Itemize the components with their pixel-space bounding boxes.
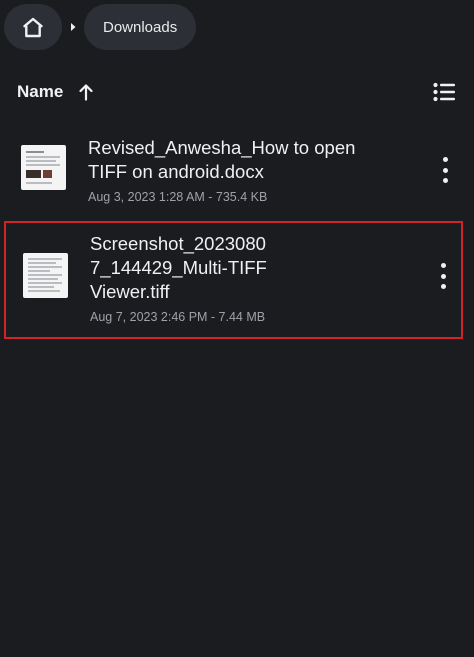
more-vert-icon[interactable] <box>441 157 449 183</box>
list-view-button[interactable] <box>432 79 456 105</box>
home-button[interactable] <box>4 4 62 50</box>
sort-by-name-button[interactable]: Name <box>17 82 63 102</box>
chevron-right-icon <box>62 4 84 50</box>
home-icon <box>23 17 43 37</box>
file-name: Screenshot_2023080 7_144429_Multi-TIFF V… <box>90 233 267 302</box>
breadcrumb-label: Downloads <box>103 18 178 36</box>
file-row-tiff[interactable]: Screenshot_2023080 7_144429_Multi-TIFF V… <box>4 221 463 339</box>
list-view-icon <box>433 82 455 102</box>
breadcrumb-downloads[interactable]: Downloads <box>84 4 197 50</box>
more-vert-icon[interactable] <box>439 263 447 289</box>
sort-header: Name <box>17 78 456 106</box>
file-row-docx[interactable]: Revised_Anwesha_How to open TIFF on andr… <box>4 128 463 212</box>
breadcrumb: Downloads <box>4 4 197 50</box>
file-meta: Aug 7, 2023 2:46 PM - 7.44 MB <box>90 310 266 324</box>
file-name: Revised_Anwesha_How to open TIFF on andr… <box>88 137 356 182</box>
file-meta: Aug 3, 2023 1:28 AM - 735.4 KB <box>88 190 268 204</box>
arrow-up-icon[interactable] <box>79 82 95 102</box>
file-info: Screenshot_2023080 7_144429_Multi-TIFF V… <box>90 232 403 324</box>
file-thumbnail <box>21 145 66 190</box>
file-thumbnail <box>23 253 68 298</box>
file-info: Revised_Anwesha_How to open TIFF on andr… <box>88 136 405 204</box>
